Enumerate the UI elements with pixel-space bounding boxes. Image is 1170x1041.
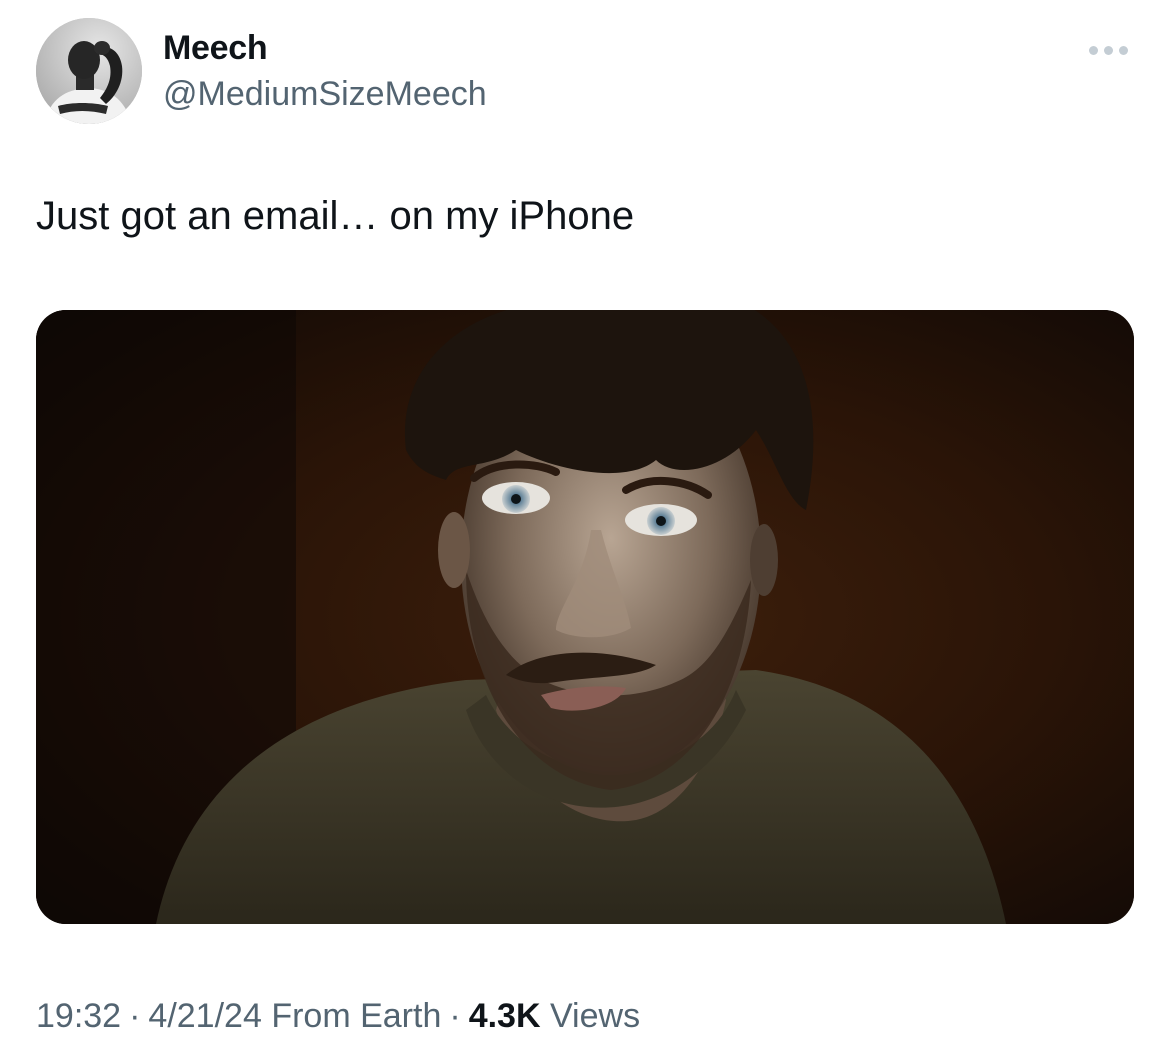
more-options-button[interactable] bbox=[1080, 36, 1136, 64]
media-image bbox=[36, 310, 1134, 924]
meta-separator: · bbox=[449, 997, 461, 1035]
tweet-source: From Earth bbox=[271, 997, 442, 1035]
views-count: 4.3K bbox=[468, 997, 541, 1035]
more-horizontal-icon bbox=[1088, 45, 1098, 55]
tweet-text: Just got an email… on my iPhone bbox=[36, 194, 635, 238]
tweet-date[interactable]: 4/21/24 bbox=[148, 997, 261, 1035]
tweet-media-photo[interactable] bbox=[36, 310, 1134, 924]
avatar[interactable] bbox=[36, 18, 142, 124]
avatar-photo bbox=[36, 18, 142, 124]
tweet-time[interactable]: 19:32 bbox=[36, 997, 121, 1035]
author-name[interactable]: Meech bbox=[163, 26, 268, 70]
author-handle[interactable]: @MediumSizeMeech bbox=[163, 72, 487, 116]
more-horizontal-icon bbox=[1103, 45, 1113, 55]
tweet-card: Meech @MediumSizeMeech Just got an email… bbox=[0, 0, 1170, 1041]
tweet-metadata: 19:32 · 4/21/24 From Earth · 4.3K Views bbox=[36, 994, 640, 1038]
more-horizontal-icon bbox=[1118, 45, 1128, 55]
meta-separator: · bbox=[129, 997, 141, 1035]
views-label: Views bbox=[549, 997, 641, 1035]
